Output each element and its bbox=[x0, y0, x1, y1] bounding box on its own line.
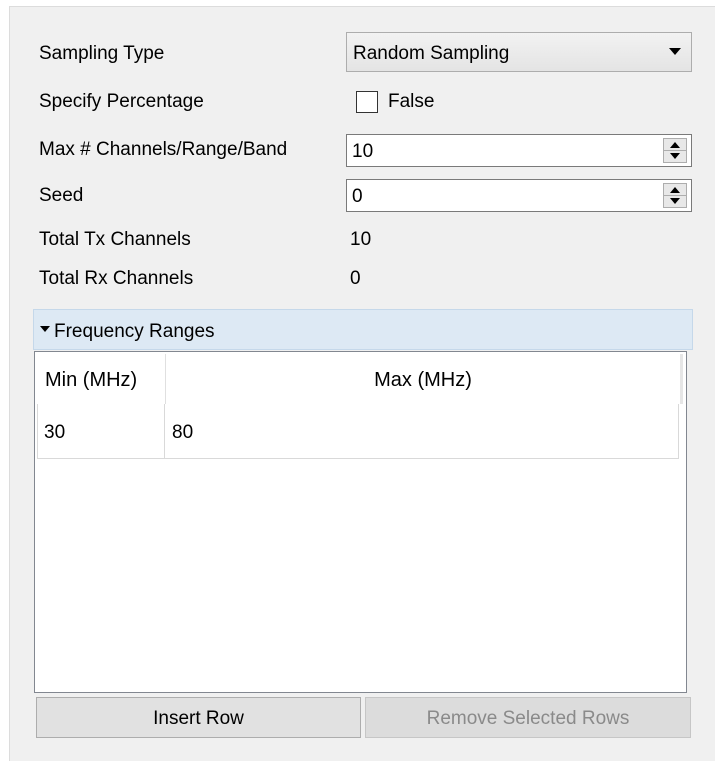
seed-stepper[interactable] bbox=[663, 183, 687, 208]
panel-top-border bbox=[9, 6, 715, 7]
panel-left-border bbox=[9, 6, 10, 761]
total-tx-label: Total Tx Channels bbox=[39, 229, 191, 250]
decrement-arrow-icon[interactable] bbox=[670, 198, 680, 204]
table-cell-min[interactable]: 30 bbox=[37, 404, 165, 458]
total-rx-label: Total Rx Channels bbox=[39, 268, 194, 289]
sampling-type-dropdown[interactable]: Random Sampling bbox=[346, 32, 692, 72]
header-edge bbox=[680, 354, 683, 404]
table-header: Min (MHz) Max (MHz) bbox=[37, 354, 683, 404]
frequency-ranges-title: Frequency Ranges bbox=[54, 321, 215, 342]
stepper-divider bbox=[664, 150, 686, 151]
insert-row-button-label: Insert Row bbox=[153, 708, 244, 729]
seed-label: Seed bbox=[39, 185, 84, 206]
chevron-down-icon bbox=[669, 48, 681, 55]
column-header-max-label: Max (MHz) bbox=[374, 369, 472, 391]
decrement-arrow-icon[interactable] bbox=[670, 153, 680, 159]
seed-value[interactable]: 0 bbox=[352, 186, 363, 208]
specify-percentage-value[interactable]: False bbox=[388, 91, 434, 113]
max-channels-stepper[interactable] bbox=[663, 138, 687, 163]
table-cell-min-value: 30 bbox=[44, 422, 66, 443]
max-channels-value[interactable]: 10 bbox=[352, 141, 373, 163]
column-header-max[interactable]: Max (MHz) bbox=[166, 354, 680, 404]
frequency-ranges-header[interactable]: Frequency Ranges bbox=[33, 309, 693, 350]
sampling-type-value: Random Sampling bbox=[353, 43, 510, 64]
column-header-min[interactable]: Min (MHz) bbox=[37, 354, 166, 404]
remove-selected-rows-button[interactable]: Remove Selected Rows bbox=[365, 697, 691, 738]
specify-percentage-checkbox[interactable] bbox=[356, 91, 378, 113]
table-row[interactable]: 30 80 bbox=[37, 404, 679, 459]
total-rx-value: 0 bbox=[350, 268, 361, 289]
properties-panel-frame: Sampling Type Random Sampling Specify Pe… bbox=[0, 0, 715, 761]
table-cell-max[interactable]: 80 bbox=[166, 404, 679, 458]
table-cell-max-value: 80 bbox=[172, 422, 194, 443]
seed-spinbox[interactable]: 0 bbox=[346, 179, 692, 212]
column-header-min-label: Min (MHz) bbox=[45, 369, 138, 391]
max-channels-spinbox[interactable]: 10 bbox=[346, 134, 692, 167]
increment-arrow-icon[interactable] bbox=[670, 142, 680, 148]
sampling-type-label: Sampling Type bbox=[39, 43, 165, 64]
caret-down-icon[interactable] bbox=[40, 326, 50, 332]
total-tx-value: 10 bbox=[350, 229, 372, 250]
stepper-divider bbox=[664, 195, 686, 196]
increment-arrow-icon[interactable] bbox=[670, 187, 680, 193]
max-channels-label: Max # Channels/Range/Band bbox=[39, 139, 288, 160]
insert-row-button[interactable]: Insert Row bbox=[36, 697, 361, 738]
frequency-ranges-table[interactable]: Min (MHz) Max (MHz) 30 80 bbox=[34, 351, 687, 693]
specify-percentage-label: Specify Percentage bbox=[39, 91, 204, 112]
remove-selected-rows-button-label: Remove Selected Rows bbox=[426, 708, 630, 729]
